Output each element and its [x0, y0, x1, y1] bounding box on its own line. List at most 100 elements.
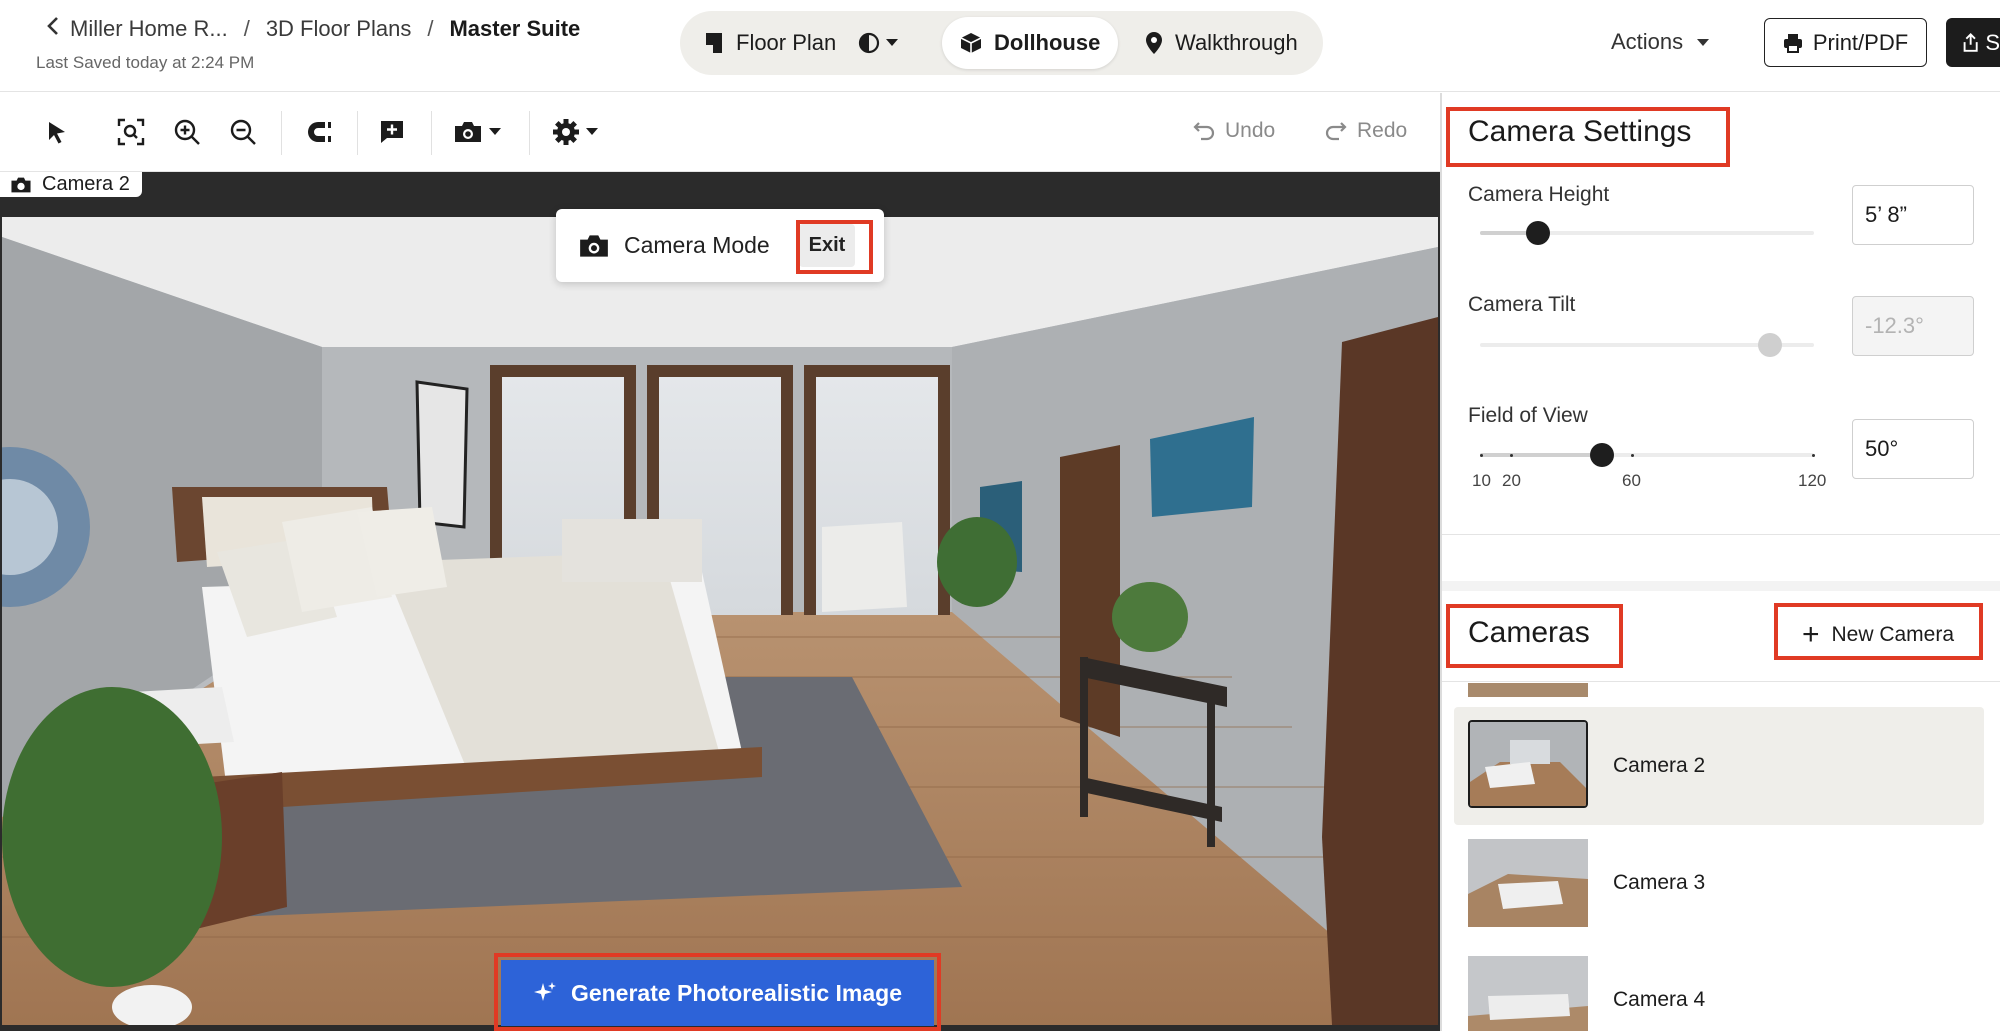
panel-divider — [1442, 681, 2000, 682]
new-camera-button[interactable]: + New Camera — [1784, 611, 1972, 659]
floor-plan-icon — [706, 33, 722, 53]
camera-icon — [580, 234, 608, 257]
share-label: S — [1985, 29, 2000, 55]
camera-thumbnail — [1468, 956, 1588, 1031]
3d-viewport[interactable]: Camera 2 Camera Mode Exit Generate Photo… — [0, 172, 1440, 1031]
undo-button[interactable]: Undo — [1193, 119, 1275, 143]
field-of-view-input[interactable]: 50° — [1852, 419, 1974, 479]
chevron-down-icon — [1697, 38, 1710, 46]
fov-tick-label: 120 — [1798, 471, 1827, 490]
redo-button[interactable]: Redo — [1325, 119, 1407, 143]
camera-name: Camera 3 — [1613, 871, 1706, 894]
camera-height-slider-handle[interactable] — [1526, 221, 1550, 245]
camera-name: Camera 2 — [1613, 754, 1706, 777]
dollhouse-label: Dollhouse — [994, 30, 1101, 55]
fit-view-icon[interactable] — [117, 115, 145, 149]
camera-list-item[interactable]: Camera 4 — [1454, 941, 1984, 1031]
top-bar: Miller Home R... / 3D Floor Plans / Mast… — [0, 0, 2000, 92]
fov-tick-label: 10 — [1472, 471, 1491, 490]
undo-icon — [1193, 122, 1215, 141]
breadcrumb-floor-plans[interactable]: 3D Floor Plans — [266, 16, 412, 42]
gear-icon — [553, 119, 579, 145]
cameras-title: Cameras — [1468, 616, 1590, 649]
redo-icon — [1325, 122, 1347, 141]
print-label: Print/PDF — [1812, 29, 1909, 55]
actions-menu[interactable]: Actions — [1611, 29, 1710, 55]
print-pdf-button[interactable]: Print/PDF — [1764, 18, 1927, 67]
breadcrumb-current: Master Suite — [449, 16, 581, 41]
plus-icon: + — [1801, 618, 1820, 651]
properties-panel: Camera Settings Camera Height 5’ 8” Came… — [1440, 93, 2000, 1031]
camera-tilt-input[interactable]: -12.3° — [1852, 296, 1974, 356]
camera-mode-label: Camera Mode — [624, 232, 770, 258]
zoom-in-icon[interactable] — [173, 115, 201, 149]
chevron-down-icon[interactable] — [886, 39, 899, 47]
printer-icon — [1783, 33, 1802, 53]
last-saved-text: Last Saved today at 2:24 PM — [36, 53, 255, 72]
camera-thumbnail — [1468, 839, 1588, 927]
camera-list[interactable]: Camera 2 Camera 3 Camera 4 — [1442, 683, 2000, 1031]
settings-menu[interactable] — [552, 115, 598, 149]
camera-height-label: Camera Height — [1468, 183, 1610, 206]
active-camera-name: Camera 2 — [42, 173, 130, 195]
new-camera-label: New Camera — [1831, 623, 1955, 646]
camera-tilt-slider-handle[interactable] — [1758, 333, 1782, 357]
generate-photorealistic-button[interactable]: Generate Photorealistic Image — [501, 960, 934, 1026]
field-of-view-slider[interactable] — [1480, 453, 1814, 457]
chevron-down-icon — [489, 128, 501, 135]
bedroom-scene-image — [2, 217, 1438, 1025]
editor-toolbar: Undo Redo — [0, 93, 1440, 172]
add-comment-icon[interactable] — [379, 115, 405, 149]
dollhouse-tab[interactable]: Dollhouse — [942, 17, 1119, 69]
actions-label: Actions — [1611, 29, 1684, 54]
breadcrumb-project[interactable]: Miller Home R... — [70, 16, 228, 42]
exit-camera-mode-button[interactable]: Exit — [799, 224, 855, 267]
box-icon — [960, 33, 982, 53]
share-button[interactable]: S — [1946, 18, 2000, 67]
chevron-left-icon[interactable] — [46, 16, 60, 42]
camera-settings-title: Camera Settings — [1468, 115, 1692, 148]
walkthrough-label: Walkthrough — [1175, 30, 1298, 55]
breadcrumb: Miller Home R... / 3D Floor Plans / Mast… — [46, 16, 580, 42]
view-mode-switch: Floor Plan Dollhouse Walkthrough — [680, 11, 1323, 75]
undo-label: Undo — [1225, 119, 1276, 142]
fov-tick — [1480, 454, 1483, 457]
toolbar-divider — [431, 111, 432, 155]
toolbar-divider — [529, 111, 530, 155]
panel-section-gap — [1442, 581, 2000, 591]
room-render[interactable] — [2, 217, 1438, 1025]
camera-tilt-label: Camera Tilt — [1468, 293, 1576, 316]
share-icon — [1963, 32, 1978, 52]
camera-height-input[interactable]: 5’ 8” — [1852, 185, 1974, 245]
camera-name: Camera 4 — [1613, 988, 1706, 1011]
camera-icon — [455, 122, 481, 142]
active-camera-tag: Camera 2 — [0, 172, 142, 197]
fov-tick-label: 60 — [1622, 471, 1641, 490]
fov-tick — [1812, 454, 1815, 457]
floor-plan-tab[interactable]: Floor Plan — [704, 17, 899, 69]
field-of-view-slider-handle[interactable] — [1590, 443, 1614, 467]
floor-plan-label: Floor Plan — [736, 30, 837, 55]
camera-list-item[interactable]: Camera 2 — [1454, 707, 1984, 825]
magnet-icon[interactable] — [305, 115, 333, 149]
camera-thumbnail[interactable] — [1468, 683, 1588, 697]
sparkle-icon — [533, 982, 556, 1001]
breadcrumb-separator: / — [243, 16, 250, 41]
zoom-out-icon[interactable] — [229, 115, 257, 149]
walkthrough-tab[interactable]: Walkthrough — [1145, 17, 1298, 69]
field-of-view-label: Field of View — [1468, 404, 1588, 427]
toolbar-divider — [281, 111, 282, 155]
camera-icon — [11, 177, 31, 192]
panel-divider — [1442, 534, 2000, 535]
camera-thumbnail — [1468, 720, 1588, 808]
redo-label: Redo — [1357, 119, 1408, 142]
camera-mode-bar: Camera Mode Exit — [556, 209, 884, 282]
fov-tick — [1631, 454, 1634, 457]
select-icon[interactable] — [44, 115, 70, 149]
contrast-icon[interactable] — [858, 32, 880, 54]
breadcrumb-separator: / — [427, 16, 434, 41]
camera-list-item[interactable]: Camera 3 — [1454, 824, 1984, 942]
fov-tick-label: 20 — [1502, 471, 1521, 490]
camera-menu[interactable] — [453, 115, 501, 149]
generate-label: Generate Photorealistic Image — [570, 979, 903, 1006]
